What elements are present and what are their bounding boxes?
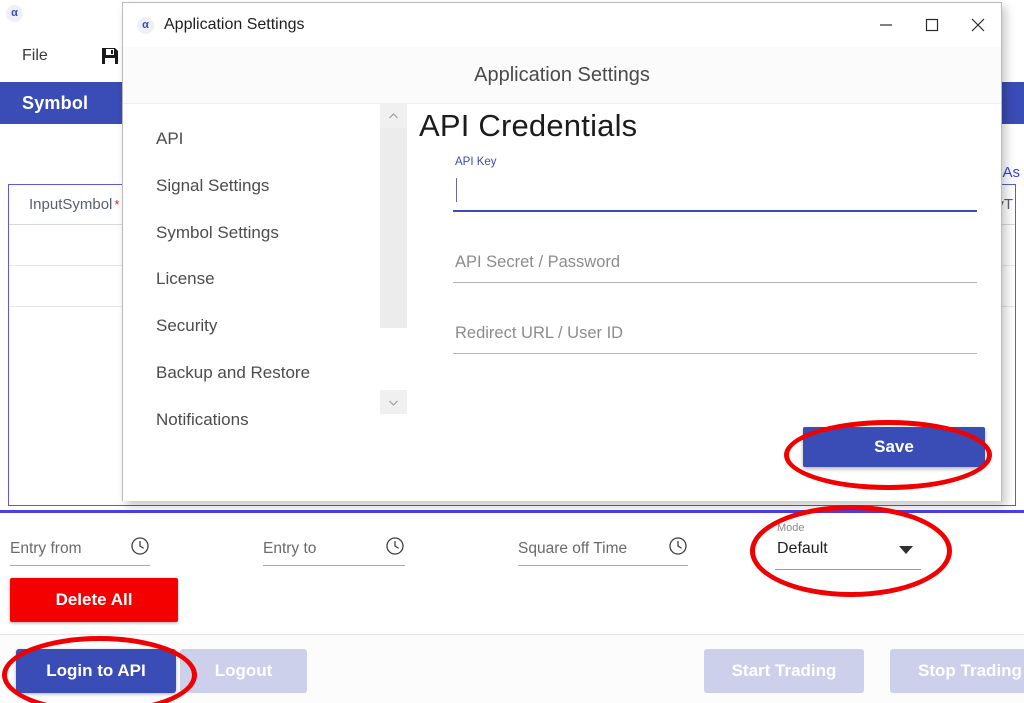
trading-form-row: Entry from Entry to Square off Time Mode… [0,516,1024,576]
maximize-icon[interactable] [909,3,955,47]
clock-icon[interactable] [385,536,405,561]
tab-symbol[interactable]: Symbol [22,93,88,114]
sidebar-item-signal-settings[interactable]: Signal Settings [123,163,376,210]
mode-selected-value: Default [777,540,828,557]
sidebar-item-notifications[interactable]: Notifications [123,397,376,444]
api-secret-input[interactable] [453,243,977,283]
mode-select[interactable]: Mode Default [775,522,921,570]
api-secret-field[interactable] [453,243,977,283]
application-settings-dialog: α Application Settings Application Setti… [122,2,1002,501]
menu-item-file[interactable]: File [22,47,48,65]
page-title: API Credentials [419,108,638,143]
text-caret [456,178,457,202]
sidebar-item-security[interactable]: Security [123,303,376,350]
clock-icon[interactable] [668,536,688,561]
settings-nav-list: API Signal Settings Symbol Settings Lice… [123,104,376,501]
login-to-api-button[interactable]: Login to API [16,649,176,693]
redirect-url-input[interactable] [453,314,977,354]
minimize-icon[interactable] [863,3,909,47]
api-key-input[interactable] [453,172,977,212]
grid-column-inputsymbol[interactable]: InputSymbol * [9,185,135,224]
grid-bottom-accent [0,510,1024,513]
sidebar-item-api[interactable]: API [123,116,376,163]
chevron-down-icon[interactable] [380,390,407,414]
chevron-down-icon[interactable] [899,546,913,554]
sidebar-item-backup-and-restore[interactable]: Backup and Restore [123,350,376,397]
square-off-time-field[interactable]: Square off Time [518,532,688,566]
alpha-icon: α [137,16,154,34]
dialog-titlebar[interactable]: α Application Settings [123,3,1001,47]
close-icon[interactable] [955,3,1001,47]
square-off-time-label: Square off Time [518,539,628,557]
save-disk-icon[interactable] [100,46,120,66]
required-asterisk: * [114,197,120,212]
entry-to-label: Entry to [263,539,317,557]
dialog-body: API Signal Settings Symbol Settings Lice… [123,104,1001,501]
window-controls [863,3,1001,47]
api-key-label: API Key [455,156,497,168]
sidebar-item-license[interactable]: License [123,256,376,303]
entry-from-field[interactable]: Entry from [10,532,150,566]
delete-all-button[interactable]: Delete All [10,578,178,622]
api-credentials-panel: API Credentials API Key Save [411,104,1003,501]
clock-icon[interactable] [130,536,150,561]
dialog-title: Application Settings [164,16,305,33]
api-key-field[interactable]: API Key [453,156,977,212]
dialog-header: Application Settings [123,47,1001,104]
save-button[interactable]: Save [803,427,985,467]
alpha-icon: α [6,4,23,22]
scrollbar-thumb[interactable] [380,128,407,328]
redirect-url-field[interactable] [453,314,977,354]
grid-cell[interactable] [9,266,135,306]
entry-to-field[interactable]: Entry to [263,532,405,566]
settings-nav-scrollbar[interactable] [380,104,407,414]
dialog-header-title: Application Settings [474,63,650,86]
bottom-action-bar: Login to API Logout Start Trading Stop T… [0,634,1024,703]
entry-from-label: Entry from [10,539,82,557]
scrollbar-track[interactable] [380,128,407,390]
start-trading-button[interactable]: Start Trading [704,649,864,693]
app-root: α File Symbol As InputSymbol * Entry fro… [0,0,1024,703]
mode-label: Mode [777,522,805,534]
stop-trading-button[interactable]: Stop Trading [890,649,1024,693]
sidebar-item-symbol-settings[interactable]: Symbol Settings [123,210,376,257]
logout-button[interactable]: Logout [180,649,307,693]
grid-column-label: InputSymbol [29,196,113,213]
assign-link[interactable]: As [1002,164,1020,181]
grid-cell[interactable] [9,225,135,265]
chevron-up-icon[interactable] [380,104,407,128]
